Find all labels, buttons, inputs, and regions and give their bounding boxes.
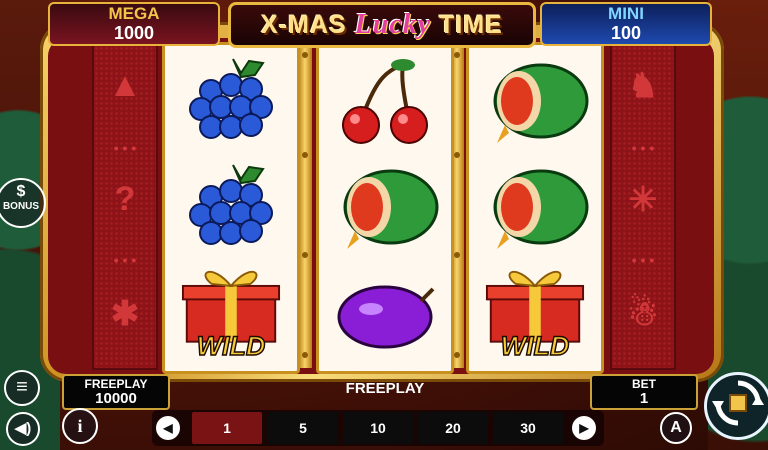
mini-jackpot: MINI 100 bbox=[540, 2, 712, 46]
reel-3: WILD bbox=[466, 42, 604, 374]
wild-gift-icon: WILD bbox=[485, 270, 585, 359]
mini-jackpot-value: 100 bbox=[610, 23, 642, 43]
hamburger-menu-icon: ≡ bbox=[16, 376, 28, 398]
autoplay-button[interactable]: A bbox=[660, 412, 692, 444]
pixel-snowman-icon: ☃ bbox=[627, 295, 659, 333]
pixel-dots-icon: • • • bbox=[113, 252, 137, 268]
bet-option[interactable]: 10 bbox=[343, 412, 413, 444]
wild-gift-icon: WILD bbox=[181, 270, 281, 359]
side-panel-right: ♞ • • • ✳ • • • ☃ bbox=[610, 44, 676, 370]
freeplay-balance-label: FREEPLAY bbox=[84, 377, 148, 391]
status-text: FREEPLAY bbox=[345, 380, 425, 397]
bet-option[interactable]: 5 bbox=[268, 412, 338, 444]
freeplay-balance: FREEPLAY 10000 bbox=[62, 374, 170, 410]
side-panel-left: ▲ • • • ? • • • ✱ bbox=[92, 44, 158, 370]
reel-1: WILD bbox=[162, 42, 300, 374]
arrow-left-icon: ◀ bbox=[163, 421, 173, 435]
spin-arrows-icon bbox=[712, 380, 764, 426]
pixel-snowflake-icon: ✳ bbox=[628, 181, 658, 219]
mega-jackpot: MEGA 1000 bbox=[48, 2, 220, 46]
pixel-tree-icon: ▲ bbox=[108, 66, 142, 104]
plum-icon bbox=[337, 285, 435, 349]
cherries-icon bbox=[342, 59, 428, 144]
mega-jackpot-label: MEGA bbox=[108, 4, 160, 23]
pixel-dots-icon: • • • bbox=[113, 140, 137, 156]
speaker-icon: ◀) bbox=[14, 420, 32, 437]
mini-jackpot-label: MINI bbox=[608, 4, 644, 23]
bet-option[interactable]: 1 bbox=[192, 412, 262, 444]
freeplay-balance-value: 10000 bbox=[95, 390, 137, 407]
bet-display-value: 1 bbox=[639, 390, 649, 407]
autoplay-icon: A bbox=[670, 419, 682, 436]
spin-button[interactable] bbox=[704, 372, 768, 440]
bonus-label: BONUS bbox=[2, 201, 40, 212]
pixel-reindeer-icon: ♞ bbox=[627, 67, 659, 105]
info-button[interactable]: i bbox=[62, 408, 98, 444]
bet-option[interactable]: 30 bbox=[493, 412, 563, 444]
info-icon: i bbox=[77, 416, 83, 436]
bet-option[interactable]: 20 bbox=[418, 412, 488, 444]
bet-decrease-button[interactable]: ◀ bbox=[156, 416, 180, 440]
bet-display-label: BET bbox=[632, 377, 656, 391]
logo-text: X-MAS Lucky TIME bbox=[261, 9, 503, 40]
bet-increase-button[interactable]: ▶ bbox=[572, 416, 596, 440]
game-logo: X-MAS Lucky TIME bbox=[228, 2, 536, 48]
arrow-right-icon: ▶ bbox=[579, 421, 589, 435]
reel-separator bbox=[298, 42, 312, 368]
wild-label: WILD bbox=[197, 331, 266, 359]
watermelon-icon bbox=[343, 169, 439, 249]
bet-display: BET 1 bbox=[590, 374, 698, 410]
pixel-dots-icon: • • • bbox=[631, 252, 655, 268]
watermelon-icon bbox=[493, 169, 589, 249]
pixel-dots-icon: • • • bbox=[631, 140, 655, 156]
pixel-snowflake-icon: ✱ bbox=[110, 295, 140, 333]
grapes-icon bbox=[189, 58, 273, 139]
sound-button[interactable]: ◀) bbox=[6, 412, 40, 446]
pixel-candy-cane-icon: ? bbox=[114, 180, 136, 218]
menu-button[interactable]: ≡ bbox=[4, 370, 40, 406]
mega-jackpot-value: 1000 bbox=[113, 23, 155, 43]
wild-label: WILD bbox=[501, 331, 570, 359]
grapes-icon bbox=[189, 164, 273, 245]
reel-2 bbox=[316, 42, 454, 374]
watermelon-icon bbox=[493, 63, 589, 143]
dollar-icon: $ bbox=[16, 183, 26, 200]
